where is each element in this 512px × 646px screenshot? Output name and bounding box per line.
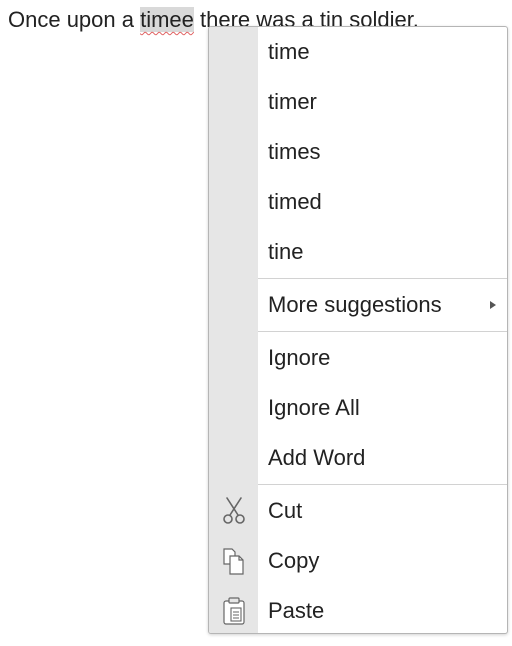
copy-item[interactable]: Copy: [209, 536, 507, 586]
ignore-label: Ignore: [268, 345, 331, 370]
ignore-item[interactable]: Ignore: [209, 333, 507, 383]
menu-separator: [258, 484, 507, 485]
suggestion-label: timed: [268, 189, 322, 214]
ignore-all-label: Ignore All: [268, 395, 360, 420]
paste-label: Paste: [268, 598, 325, 623]
suggestion-label: timer: [268, 89, 317, 114]
cut-label: Cut: [268, 498, 303, 523]
copy-label: Copy: [268, 548, 320, 573]
cut-item[interactable]: Cut: [209, 486, 507, 536]
suggestion-times[interactable]: times: [209, 127, 507, 177]
suggestion-tine[interactable]: tine: [209, 227, 507, 277]
ignore-all-item[interactable]: Ignore All: [209, 383, 507, 433]
menu-separator: [258, 331, 507, 332]
submenu-arrow-icon: [490, 301, 496, 309]
suggestion-label: time: [268, 39, 310, 64]
menu-separator: [258, 278, 507, 279]
menu-items: time timer times timed tine More suggest…: [209, 27, 507, 633]
more-suggestions-item[interactable]: More suggestions: [209, 280, 507, 330]
suggestion-timed[interactable]: timed: [209, 177, 507, 227]
paste-item[interactable]: Paste: [209, 586, 507, 633]
misspelled-word[interactable]: timee: [140, 7, 194, 32]
copy-icon: [221, 546, 247, 576]
text-before: Once upon a: [8, 7, 141, 32]
suggestion-label: tine: [268, 239, 304, 264]
suggestion-timer[interactable]: timer: [209, 77, 507, 127]
suggestion-label: times: [268, 139, 321, 164]
spellcheck-context-menu: time timer times timed tine More suggest…: [208, 26, 508, 634]
scissors-icon: [221, 496, 247, 526]
more-suggestions-label: More suggestions: [268, 292, 442, 317]
add-word-label: Add Word: [268, 445, 366, 470]
add-word-item[interactable]: Add Word: [209, 433, 507, 483]
clipboard-icon: [221, 596, 247, 626]
suggestion-time[interactable]: time: [209, 27, 507, 77]
